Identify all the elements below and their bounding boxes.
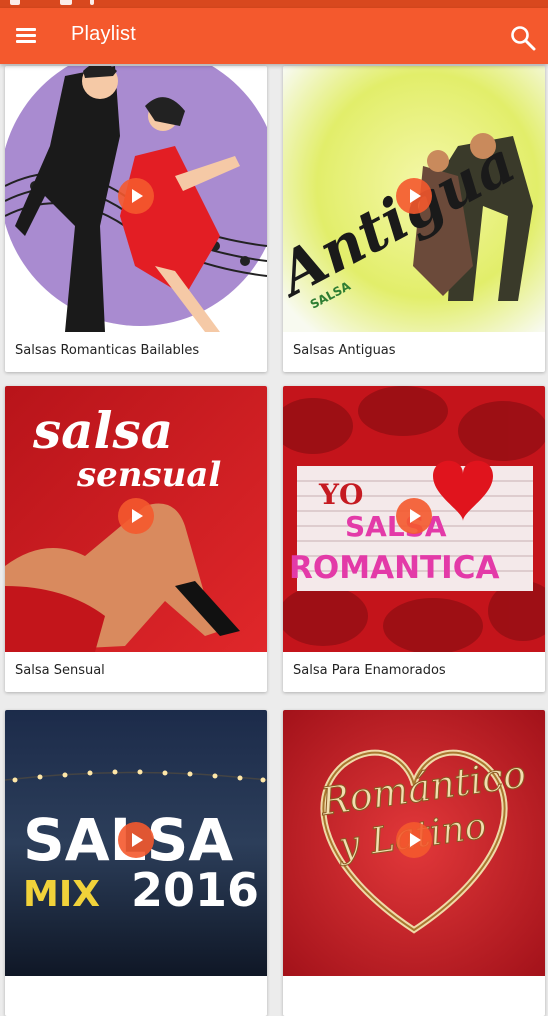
art-text: salsa bbox=[32, 401, 173, 460]
page-title: Playlist bbox=[71, 23, 136, 45]
art-text: MIX bbox=[23, 874, 100, 915]
play-icon[interactable] bbox=[396, 822, 432, 858]
art-text: sensual bbox=[76, 455, 221, 495]
play-icon[interactable] bbox=[396, 178, 432, 214]
playlist-title: Salsa Para Enamorados bbox=[293, 663, 446, 678]
playlist-thumbnail: Antigua SALSA bbox=[283, 66, 545, 332]
art-text: YO bbox=[318, 478, 363, 511]
art-text: 2016 bbox=[131, 863, 259, 917]
status-bar bbox=[0, 0, 548, 8]
art-text: ROMANTICA bbox=[289, 550, 499, 586]
playlist-card[interactable]: SALSA MIX 2016 bbox=[5, 710, 267, 1016]
play-icon[interactable] bbox=[396, 498, 432, 534]
menu-icon[interactable] bbox=[16, 26, 38, 44]
playlist-thumbnail: Romántico y Latino bbox=[283, 710, 545, 976]
playlist-title: Salsas Antiguas bbox=[293, 343, 396, 358]
play-icon[interactable] bbox=[118, 178, 154, 214]
status-icon bbox=[90, 0, 94, 5]
playlist-thumbnail bbox=[5, 66, 267, 332]
status-icon bbox=[60, 0, 72, 5]
playlist-thumbnail: YO SALSA ROMANTICA bbox=[283, 386, 545, 652]
play-icon[interactable] bbox=[118, 822, 154, 858]
app-bar: Playlist bbox=[0, 8, 548, 64]
playlist-card[interactable]: YO SALSA ROMANTICA Salsa Para Enamorados bbox=[283, 386, 545, 692]
play-icon[interactable] bbox=[118, 498, 154, 534]
playlist-title: Salsas Romanticas Bailables bbox=[15, 343, 200, 358]
status-icon bbox=[10, 0, 20, 5]
playlist-card[interactable]: Salsas Romanticas Bailables bbox=[5, 66, 267, 372]
playlist-card[interactable]: salsa sensual Salsa Sensual bbox=[5, 386, 267, 692]
playlist-thumbnail: SALSA MIX 2016 bbox=[5, 710, 267, 976]
playlist-title: Salsa Sensual bbox=[15, 663, 105, 678]
playlist-thumbnail: salsa sensual bbox=[5, 386, 267, 652]
playlist-card[interactable]: Antigua SALSA Salsas Antiguas bbox=[283, 66, 545, 372]
search-icon[interactable] bbox=[510, 25, 536, 51]
playlist-card[interactable]: Romántico y Latino bbox=[283, 710, 545, 1016]
